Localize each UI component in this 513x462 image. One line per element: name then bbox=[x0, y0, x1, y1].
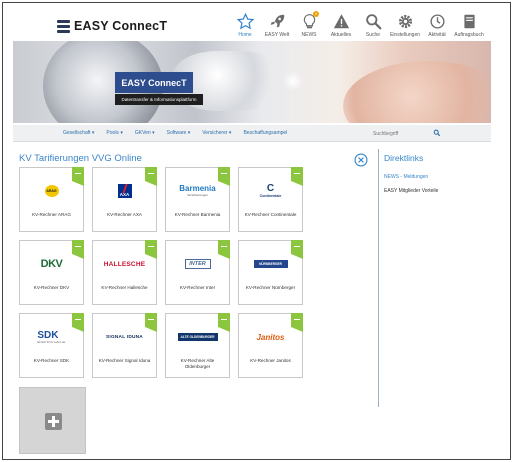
tile-label: KV-Rechner SDK bbox=[33, 358, 70, 363]
tile-label: KV-Rechner DKV bbox=[33, 285, 70, 290]
nav-label: Home bbox=[238, 32, 252, 38]
tile-inter[interactable]: INTER KV-Rechner Inter bbox=[165, 240, 230, 305]
tile-alte-oldenburger[interactable]: ALTE OLDENBURGER KV-Rechner Alte Oldenbu… bbox=[165, 313, 230, 378]
hero-human-hand-image bbox=[343, 61, 491, 123]
nav-home[interactable]: Home bbox=[229, 13, 261, 38]
hero-banner: EASY ConnecT Datentransfer & Information… bbox=[13, 41, 491, 123]
nav-aktivitaet[interactable]: Aktivität bbox=[421, 13, 453, 38]
top-bar: EASY ConnecT Home EASY Welt 0 NEWS Aktue… bbox=[3, 3, 510, 39]
category-menu: Gesellschaft ▾ Pools ▾ GKVen ▾ Software … bbox=[13, 125, 491, 142]
tile-continentale[interactable]: C Continentale KV-Rechner Continentale bbox=[238, 167, 303, 232]
menu-gkven[interactable]: GKVen ▾ bbox=[135, 130, 155, 136]
nav-news[interactable]: 0 NEWS bbox=[293, 11, 325, 38]
menu-beschaffungsampel[interactable]: Beschaffungsampel bbox=[243, 130, 287, 136]
continentale-logo: C Continentale bbox=[259, 183, 282, 199]
tile-nuernberger[interactable]: NÜRNBERGER KV-Rechner Nürnberger bbox=[238, 240, 303, 305]
search-icon bbox=[365, 14, 381, 30]
tile-label: KV-Rechner ARAG bbox=[32, 212, 71, 217]
tile-label: KV-Rechner Signal Iduna bbox=[98, 358, 151, 363]
signal-iduna-logo: SIGNAL IDUNA bbox=[106, 334, 143, 340]
sidebar-title: Direktlinks bbox=[384, 153, 424, 163]
nav-auftragsbuch[interactable]: Auftragsbuch bbox=[453, 13, 485, 38]
nav-label: Aktivität bbox=[428, 32, 446, 38]
tile-janitos[interactable]: Janitos KV-Rechner Janitos bbox=[238, 313, 303, 378]
arag-logo: ARAG bbox=[20, 178, 83, 204]
barmenia-logo: Barmenia Versicherungen bbox=[179, 184, 216, 198]
tile-label: KV-Rechner AXA bbox=[107, 212, 142, 217]
nuernberger-logo: NÜRNBERGER bbox=[239, 251, 302, 277]
tile-axa[interactable]: AXA KV-Rechner AXA bbox=[92, 167, 157, 232]
nav-aktuelles[interactable]: Aktuelles bbox=[325, 13, 357, 38]
search-button-icon[interactable] bbox=[433, 129, 441, 137]
tile-label: KV-Rechner Alte Oldenburger bbox=[180, 358, 215, 369]
tile-dkv[interactable]: DKV KV-Rechner DKV bbox=[19, 240, 84, 305]
tile-label: KV-Rechner Continentale bbox=[244, 212, 297, 217]
clock-icon bbox=[429, 14, 445, 29]
main-nav: Home EASY Welt 0 NEWS Aktuelles Suche Ei… bbox=[229, 11, 485, 38]
brand-logo[interactable]: EASY ConnecT bbox=[57, 19, 167, 33]
janitos-logo: Janitos bbox=[256, 332, 285, 342]
gear-icon bbox=[398, 14, 412, 29]
inter-logo: INTER bbox=[166, 251, 229, 277]
menu-versicherer[interactable]: Versicherer ▾ bbox=[202, 130, 231, 136]
tile-label: KV-Rechner Nürnberger bbox=[245, 285, 296, 290]
nav-label: EASY Welt bbox=[264, 32, 290, 38]
nav-easy-welt[interactable]: EASY Welt bbox=[261, 13, 293, 38]
tile-sdk[interactable]: SDK Einfach für ihr Leben da. KV-Rechner … bbox=[19, 313, 84, 378]
nav-label: Suche bbox=[365, 32, 381, 38]
sidebar-link-news[interactable]: NEWS - Meldungen bbox=[384, 174, 428, 180]
nav-label: Einstellungen bbox=[389, 32, 421, 38]
nav-einstellungen[interactable]: Einstellungen bbox=[389, 13, 421, 38]
add-tile-button[interactable] bbox=[19, 387, 86, 454]
nav-label: Aktuelles bbox=[330, 32, 352, 38]
brand-stack-icon bbox=[57, 19, 70, 33]
star-icon bbox=[236, 13, 254, 30]
close-icon[interactable] bbox=[354, 153, 368, 167]
hallesche-logo: HALLESCHE bbox=[103, 260, 146, 268]
menu-software[interactable]: Software ▾ bbox=[167, 130, 191, 136]
menu-gesellschaft[interactable]: Gesellschaft ▾ bbox=[63, 130, 94, 136]
plus-icon bbox=[45, 413, 62, 430]
sdk-logo: SDK Einfach für ihr Leben da. bbox=[37, 329, 66, 344]
tile-label: KV-Rechner Hallesche bbox=[101, 285, 148, 290]
dkv-logo: DKV bbox=[40, 258, 63, 270]
news-badge: 0 bbox=[313, 11, 319, 17]
hero-subtitle: Datentransfer & Informationsplattform bbox=[115, 94, 203, 105]
warning-icon bbox=[333, 14, 349, 29]
brand-name: EASY ConnecT bbox=[74, 19, 168, 33]
nav-suche[interactable]: Suche bbox=[357, 13, 389, 38]
hero-glow bbox=[283, 71, 303, 91]
book-icon bbox=[463, 14, 475, 29]
sidebar-link-vorteile[interactable]: EASY Mitglieder Vorteile bbox=[384, 188, 438, 194]
tile-label: KV-Rechner Inter bbox=[179, 285, 216, 290]
tile-label: KV-Rechner Janitos bbox=[250, 358, 291, 363]
tile-signal-iduna[interactable]: SIGNAL IDUNA KV-Rechner Signal Iduna bbox=[92, 313, 157, 378]
nav-label: NEWS bbox=[301, 32, 317, 38]
browser-page: EASY ConnecT Home EASY Welt 0 NEWS Aktue… bbox=[2, 2, 511, 460]
nav-label: Auftragsbuch bbox=[454, 32, 484, 38]
tile-barmenia[interactable]: Barmenia Versicherungen KV-Rechner Barmen… bbox=[165, 167, 230, 232]
tile-label: KV-Rechner Barmenia bbox=[174, 212, 221, 217]
tile-arag[interactable]: ARAG KV-Rechner ARAG bbox=[19, 167, 84, 232]
rocket-icon bbox=[270, 14, 284, 28]
hero-title: EASY ConnecT bbox=[115, 72, 193, 93]
alte-oldenburger-logo: ALTE OLDENBURGER bbox=[166, 324, 229, 350]
axa-logo: AXA bbox=[93, 178, 156, 204]
menu-pools[interactable]: Pools ▾ bbox=[106, 130, 122, 136]
tile-hallesche[interactable]: HALLESCHE KV-Rechner Hallesche bbox=[92, 240, 157, 305]
sidebar-divider bbox=[378, 149, 379, 407]
page-title: KV Tarifierungen VVG Online bbox=[19, 153, 142, 164]
